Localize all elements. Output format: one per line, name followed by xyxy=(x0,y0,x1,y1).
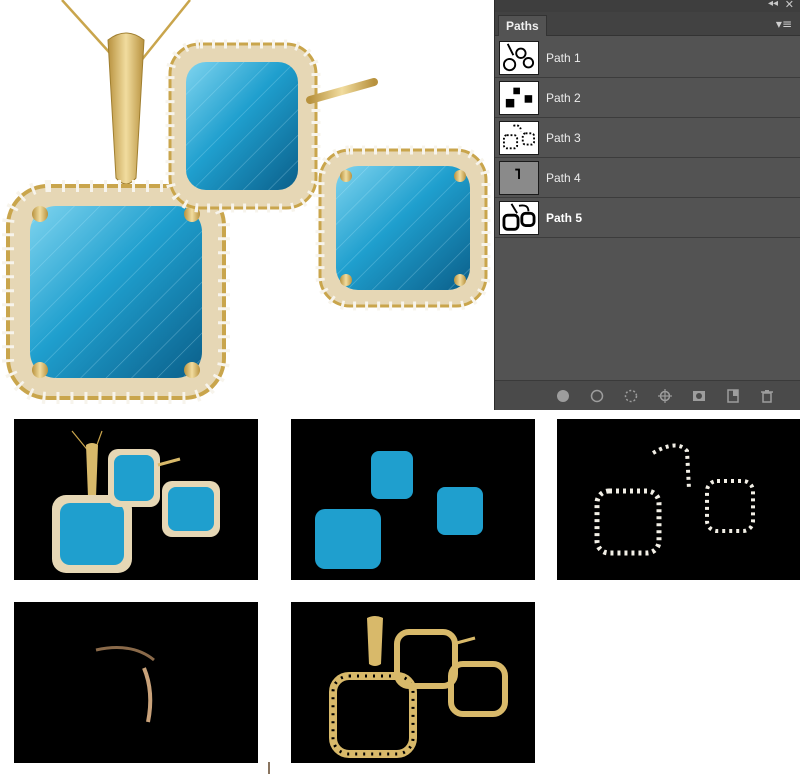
path-row-2[interactable]: Path 2 xyxy=(495,78,800,118)
path-row-4[interactable]: Path 4 xyxy=(495,158,800,198)
stroke-path-icon[interactable] xyxy=(588,387,606,405)
load-selection-icon[interactable] xyxy=(622,387,640,405)
new-path-icon[interactable] xyxy=(724,387,742,405)
path-3-label: Path 3 xyxy=(546,130,581,145)
path-2-label: Path 2 xyxy=(546,90,581,105)
paths-panel: ◂◂ ✕ Paths ▾≡ Path 1 Path 2 Path 3 Path … xyxy=(494,0,800,410)
close-icon[interactable]: ✕ xyxy=(785,0,794,11)
stray-mark xyxy=(268,762,270,774)
path-2-thumbnail xyxy=(499,80,539,115)
trash-icon[interactable] xyxy=(758,387,776,405)
result-tile-gold-setting xyxy=(291,602,535,763)
panel-menu-icon[interactable]: ▾≡ xyxy=(776,17,792,31)
paths-list: Path 1 Path 2 Path 3 Path 4 Path 5 xyxy=(495,38,800,238)
panel-footer xyxy=(495,380,800,410)
path-4-thumbnail xyxy=(499,160,539,195)
result-tile-gemstones xyxy=(291,419,535,580)
path-4-label: Path 4 xyxy=(546,170,581,185)
add-mask-icon[interactable] xyxy=(690,387,708,405)
tab-paths[interactable]: Paths xyxy=(498,15,547,36)
fill-path-icon[interactable] xyxy=(554,387,572,405)
panel-tab-row: Paths ▾≡ xyxy=(495,12,800,36)
make-work-path-icon[interactable] xyxy=(656,387,674,405)
result-tile-full-jewelry xyxy=(14,419,258,580)
collapse-icon[interactable]: ◂◂ xyxy=(768,0,778,9)
path-5-thumbnail xyxy=(499,200,539,235)
result-tile-diamonds xyxy=(557,419,800,580)
path-1-thumbnail xyxy=(499,40,539,75)
path-row-1[interactable]: Path 1 xyxy=(495,38,800,78)
result-tile-metal-edge xyxy=(14,602,258,763)
product-photo xyxy=(0,0,494,410)
jewelry-image xyxy=(2,0,491,404)
path-3-thumbnail xyxy=(499,120,539,155)
panel-title-bar: ◂◂ ✕ xyxy=(495,0,800,12)
path-5-label: Path 5 xyxy=(546,210,583,225)
path-row-5[interactable]: Path 5 xyxy=(495,198,800,238)
path-row-3[interactable]: Path 3 xyxy=(495,118,800,158)
path-1-label: Path 1 xyxy=(546,50,581,65)
